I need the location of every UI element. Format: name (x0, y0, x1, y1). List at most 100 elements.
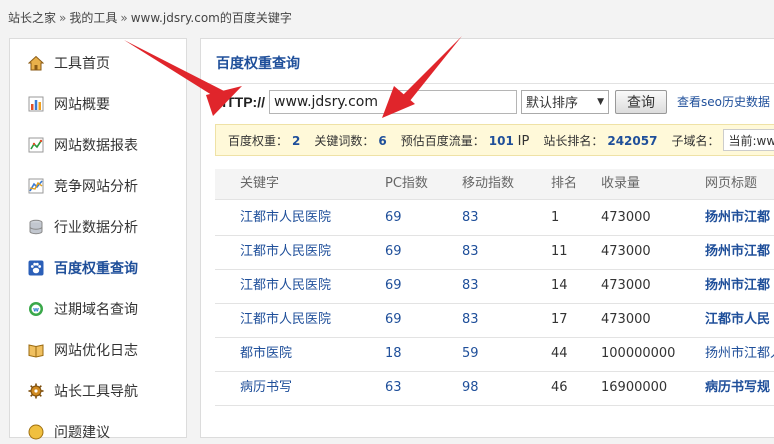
paw-icon (28, 260, 44, 276)
sidebar: 工具首页 网站概要 网站数据报表 竞争网站分析 行业数据分析 百度权重查询 w (9, 38, 187, 441)
stat-label: 预估百度流量： (400, 133, 485, 148)
report-icon (28, 137, 44, 153)
keyword-count-value: 6 (378, 133, 387, 148)
rank-value: 17 (551, 312, 568, 327)
traffic-unit: IP (517, 133, 530, 149)
keyword-link[interactable]: 都市医院 (240, 337, 292, 371)
sort-select[interactable]: 默认排序 ▼ (521, 89, 609, 114)
breadcrumb-current: www.jdsry.com的百度关键字 (130, 11, 292, 25)
book-icon (28, 342, 44, 358)
pc-index-link[interactable]: 69 (385, 303, 402, 337)
sidebar-item-label: 行业数据分析 (54, 220, 138, 236)
sidebar-item-baidu-weight[interactable]: 百度权重查询 (28, 256, 138, 280)
sidebar-item-webmaster-nav[interactable]: 站长工具导航 (28, 379, 138, 403)
rank-value: 46 (551, 380, 568, 395)
baidu-weight-value: 2 (292, 133, 301, 148)
table-header: 关键字 PC指数 移动指数 排名 收录量 网页标题 (215, 169, 774, 200)
column-header-pc-index[interactable]: PC指数 (385, 169, 428, 199)
subdomain-value: 当前:www. (728, 133, 774, 148)
sidebar-item-expired-domain[interactable]: w 过期域名查询 (28, 297, 138, 321)
column-header-indexed[interactable]: 收录量 (601, 169, 640, 199)
http-label: HTTP:// (216, 93, 265, 110)
page-title-link[interactable]: 病历书写规 (705, 371, 770, 405)
rank-value: 14 (551, 278, 568, 293)
database-icon (28, 219, 44, 235)
indexed-value: 473000 (601, 278, 651, 293)
sidebar-item-label: 网站数据报表 (54, 138, 138, 154)
column-header-page-title: 网页标题 (705, 176, 758, 191)
sidebar-item-site-overview[interactable]: 网站概要 (28, 92, 110, 116)
page-title-link[interactable]: 扬州市江都 (705, 235, 770, 269)
mobile-index-link[interactable]: 59 (462, 337, 479, 371)
pc-index-link[interactable]: 18 (385, 337, 402, 371)
mobile-index-link[interactable]: 83 (462, 235, 479, 269)
divider (201, 83, 774, 84)
sidebar-item-industry[interactable]: 行业数据分析 (28, 215, 138, 239)
bar-chart-icon (28, 96, 44, 112)
stat-label: 关键词数： (314, 133, 375, 148)
pc-index-link[interactable]: 69 (385, 269, 402, 303)
traffic-value: 101 (488, 133, 514, 148)
mobile-index-link[interactable]: 83 (462, 201, 479, 235)
keyword-link[interactable]: 江都市人民医院 (240, 235, 331, 269)
table-row: 江都市人民医院 69 83 17 473000 江都市人民 (215, 303, 774, 338)
keyword-link[interactable]: 江都市人民医院 (240, 269, 331, 303)
seo-history-link[interactable]: 查看seo历史数据 (677, 93, 770, 110)
column-header-mobile-index[interactable]: 移动指数 (462, 169, 514, 199)
table-row: 病历书写 63 98 46 16900000 病历书写规 (215, 371, 774, 406)
breadcrumb-separator: » (120, 11, 128, 25)
rank-value: 242057 (607, 133, 658, 148)
indexed-value: 473000 (601, 244, 651, 259)
table-row: 都市医院 18 59 44 100000000 扬州市江都人 (215, 337, 774, 372)
main-panel: 百度权重查询 HTTP:// 默认排序 ▼ 查询 查看seo历史数据 百度权重：… (200, 38, 774, 438)
sidebar-item-feedback[interactable]: 问题建议 (28, 420, 110, 444)
svg-text:w: w (33, 306, 39, 314)
column-header-keyword[interactable]: 关键字 (240, 169, 279, 199)
keyword-link[interactable]: 病历书写 (240, 371, 292, 405)
query-form: HTTP:// 默认排序 ▼ 查询 查看seo历史数据 (216, 89, 770, 114)
rank-value: 44 (551, 346, 568, 361)
mobile-index-link[interactable]: 83 (462, 269, 479, 303)
pc-index-link[interactable]: 69 (385, 235, 402, 269)
sidebar-item-competitor[interactable]: 竞争网站分析 (28, 174, 138, 198)
table-row: 江都市人民医院 69 83 1 473000 扬州市江都 (215, 201, 774, 236)
rank-value: 11 (551, 244, 568, 259)
stat-label: 站长排名： (543, 133, 604, 148)
page-title-link[interactable]: 扬州市江都人 (705, 337, 774, 371)
indexed-value: 473000 (601, 210, 651, 225)
question-icon (28, 424, 44, 440)
compass-icon (28, 383, 44, 399)
sidebar-item-label: 百度权重查询 (54, 261, 138, 277)
subdomain-select[interactable]: 当前:www. (723, 129, 774, 151)
page-title-link[interactable]: 扬州市江都 (705, 269, 770, 303)
home-icon (28, 55, 44, 71)
sidebar-item-data-report[interactable]: 网站数据报表 (28, 133, 138, 157)
query-button[interactable]: 查询 (615, 89, 667, 114)
mobile-index-link[interactable]: 83 (462, 303, 479, 337)
pc-index-link[interactable]: 63 (385, 371, 402, 405)
keyword-count-stat: 关键词数： 6 (314, 132, 386, 149)
keyword-link[interactable]: 江都市人民医院 (240, 303, 331, 337)
sidebar-item-label: 网站概要 (54, 97, 110, 113)
pc-index-link[interactable]: 69 (385, 201, 402, 235)
mobile-index-link[interactable]: 98 (462, 371, 479, 405)
breadcrumb-separator: » (59, 11, 67, 25)
column-header-rank[interactable]: 排名 (551, 169, 577, 199)
breadcrumb-home[interactable]: 站长之家 (8, 11, 56, 25)
sort-select-value: 默认排序 (526, 96, 579, 111)
url-input[interactable] (269, 89, 517, 114)
sidebar-item-label: 站长工具导航 (54, 384, 138, 400)
chevron-down-icon: ▼ (597, 96, 604, 107)
sidebar-item-label: 过期域名查询 (54, 302, 138, 318)
page-title-link[interactable]: 江都市人民 (705, 303, 770, 337)
breadcrumb-my-tools[interactable]: 我的工具 (69, 11, 117, 25)
sidebar-item-tools-home[interactable]: 工具首页 (28, 51, 110, 75)
sidebar-item-seo-log[interactable]: 网站优化日志 (28, 338, 138, 362)
baidu-weight-stat: 百度权重： 2 (228, 132, 300, 149)
stats-bar: 百度权重： 2 关键词数： 6 预估百度流量： 101 IP 站长排名： 242057 … (215, 124, 774, 156)
page-title-link[interactable]: 扬州市江都 (705, 201, 770, 235)
indexed-value: 100000000 (601, 346, 676, 361)
keyword-link[interactable]: 江都市人民医院 (240, 201, 331, 235)
table-row: 江都市人民医院 69 83 14 473000 扬州市江都 (215, 269, 774, 304)
sidebar-item-label: 问题建议 (54, 425, 110, 441)
